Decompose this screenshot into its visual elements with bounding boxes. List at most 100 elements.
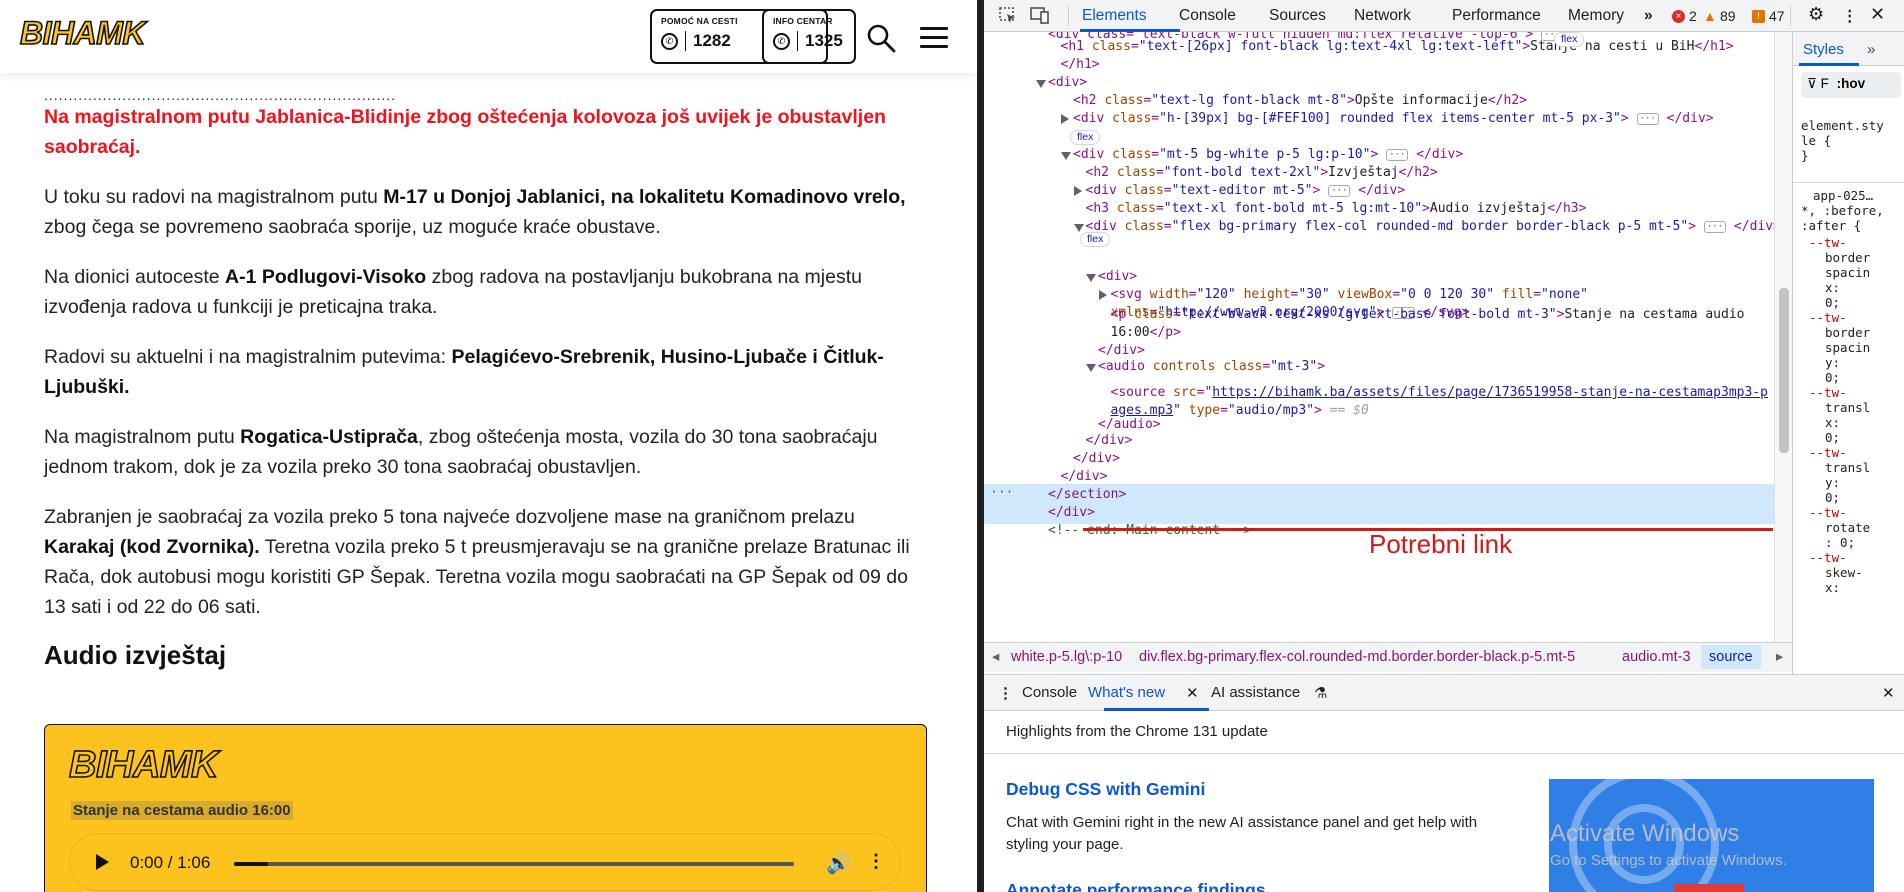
expand-arrow-icon[interactable] [1061,114,1069,124]
tab-styles[interactable]: Styles [1803,41,1844,58]
dom-node-line[interactable]: <h1 class="text-[26px] font-black lg:tex… [1061,38,1734,56]
paragraph-2: Na dionici autoceste A-1 Podlugovi-Visok… [44,266,862,318]
dom-node-line[interactable]: <audio controls class="mt-3"> [1098,358,1325,376]
collapse-arrow-icon[interactable] [1061,152,1071,160]
close-devtools-icon[interactable]: ✕ [1870,4,1885,25]
dom-node-line[interactable]: <source src="https://bihamk.ba/assets/fi… [1111,384,1770,420]
flex-badge[interactable]: flex [1080,232,1111,247]
activate-windows-hint: Go to Settings to activate Windows. [1550,852,1787,869]
device-toolbar-icon[interactable] [1030,6,1050,24]
dom-node-line[interactable]: </div> [1048,504,1095,522]
tab-memory[interactable]: Memory [1568,7,1624,25]
style-property-line: border [1825,250,1871,265]
call-box-number: 1325 [805,31,843,50]
issues-count-badge[interactable]: ! 47 [1752,8,1785,24]
customize-menu-icon[interactable]: ⋮ [1842,7,1858,26]
expand-arrow-icon[interactable] [1098,290,1107,300]
more-panes-icon[interactable]: » [1867,41,1875,58]
audio-card: BIHAMK Stanje na cestama audio 16:00 0:0… [44,724,927,892]
dom-node-line[interactable]: <div class="text-editor mt-5"> ··· </div… [1086,182,1406,200]
drawer-tab-whats-new[interactable]: What's new [1088,684,1165,701]
dom-node-line[interactable]: <h3 class="text-xl font-bold mt-5 lg:mt-… [1086,200,1587,218]
tab-network[interactable]: Network [1354,7,1411,25]
audio-caption: Stanje na cestama audio 16:00 [71,801,293,820]
audio-player[interactable]: 0:00 / 1:06 🔊 ⋮ [69,833,901,891]
red-notice: Na magistralnom putu Jablanica-Blidinje … [44,106,886,158]
play-icon[interactable] [96,854,109,870]
breadcrumb-item[interactable]: audio.mt-3 [1622,649,1691,665]
whats-new-highlights: Highlights from the Chrome 131 update [1006,723,1268,740]
collapse-arrow-icon[interactable] [1073,224,1084,232]
selected-line-ellipsis-icon[interactable]: ··· [990,484,1013,502]
tab-sources[interactable]: Sources [1269,7,1326,25]
style-property-line: x: [1825,280,1841,295]
settings-gear-icon[interactable]: ⚙ [1808,4,1824,25]
dom-node-line[interactable]: <div class="flex bg-primary flex-col rou… [1086,218,1775,236]
call-box-info-center[interactable]: INFO CENTAR ✆ 1325 [762,9,856,64]
dom-node-line[interactable]: <div> [1098,268,1137,286]
close-tab-icon[interactable]: ✕ [1186,684,1199,702]
search-icon[interactable] [866,23,896,53]
dom-node-line[interactable]: <div class="mt-5 bg-white p-5 lg:p-10"> … [1073,146,1463,164]
whats-new-item-title-2[interactable]: Annotate performance findings [1006,880,1266,892]
more-options-icon[interactable]: ⋮ [867,851,885,872]
audio-progress-bar[interactable] [234,862,794,866]
breadcrumb-scroll-right-icon[interactable]: ▸ [1776,649,1783,665]
dom-node-line[interactable]: </div> [1073,450,1120,468]
style-property-line: --tw- [1809,550,1847,565]
breadcrumb-item[interactable]: white.p-5.lg\:p-10 [1011,649,1122,665]
article-content: ........................................… [44,88,929,670]
dom-node-line[interactable]: <p class="text-black text-xs lg:text-bas… [1111,306,1770,342]
whats-new-item-title[interactable]: Debug CSS with Gemini [1006,779,1205,800]
collapse-arrow-icon[interactable] [1086,364,1096,372]
dom-node-line[interactable]: <!-- end: Main content --> [1048,522,1252,540]
drawer-menu-icon[interactable]: ⋮ [998,684,1013,702]
dom-node-line[interactable]: <h2 class="text-lg font-black mt-8">Opšt… [1073,92,1527,110]
inspect-element-icon[interactable] [998,6,1018,24]
flex-badge[interactable]: flex [1554,32,1585,47]
dom-breadcrumbs: ◂ white.p-5.lg\:p-10 div.flex.bg-primary… [984,642,1792,672]
error-count-badge[interactable]: × 2 [1672,8,1697,24]
audio-time: 0:00 / 1:06 [130,853,211,872]
dotted-separator: ........................................… [44,87,397,103]
tab-console[interactable]: Console [1179,7,1236,25]
tab-elements[interactable]: Elements [1082,7,1147,25]
split-divider[interactable] [977,0,984,892]
drawer-tab-console[interactable]: Console [1022,684,1077,701]
dom-node-line[interactable]: </h1> [1061,56,1100,74]
expand-arrow-icon[interactable] [1073,186,1082,196]
hamburger-menu-icon[interactable] [920,27,948,49]
devtools-tabbar: Elements Console Sources Network Perform… [984,0,1904,32]
volume-icon[interactable]: 🔊 [826,851,851,876]
site-logo[interactable]: BIHAMK [19,14,146,52]
site-header: BIHAMK POMOĆ NA CESTI ✆ 1282 INFO CENTAR … [0,0,977,73]
dom-node-line[interactable]: </section> [1048,486,1126,504]
styles-filter-input[interactable]: ⊽ F :hov [1801,72,1901,98]
call-box-number: 1282 [693,31,731,50]
warning-count-badge[interactable]: ▲ 89 [1703,8,1736,24]
style-property-line: transl [1825,460,1871,475]
paragraph-1: U toku su radovi na magistralnom putu M-… [44,186,906,238]
collapse-arrow-icon[interactable] [1036,80,1046,88]
style-property-line: --tw- [1809,310,1847,325]
dom-node-line[interactable]: <h2 class="font-bold text-2xl">Izvještaj… [1086,164,1438,182]
close-drawer-icon[interactable]: ✕ [1882,684,1895,702]
elements-dom-tree[interactable]: <div class="text-black w-full hidden md:… [984,32,1774,642]
more-tabs-icon[interactable]: » [1644,7,1653,25]
collapse-arrow-icon[interactable] [1086,274,1096,282]
breadcrumb-scroll-left-icon[interactable]: ◂ [992,649,999,665]
filter-icon: ⊽ [1807,76,1817,91]
dom-node-line[interactable]: <div class="h-[39px] bg-[#FEF100] rounde… [1073,110,1714,128]
dom-node-line[interactable]: </div> [1086,432,1133,450]
breadcrumb-item[interactable]: div.flex.bg-primary.flex-col.rounded-md.… [1139,649,1575,665]
drawer-tab-ai-assistance[interactable]: AI assistance [1211,684,1300,701]
dom-node-line[interactable]: <div> [1048,74,1087,92]
dom-node-line[interactable]: </div> [1061,468,1108,486]
breadcrumb-item-selected[interactable]: source [1701,645,1761,669]
style-property-line: rotate [1825,520,1871,535]
tab-performance[interactable]: Performance [1452,7,1541,25]
call-box-title: INFO CENTAR [773,16,833,26]
dom-tree-scrollbar[interactable] [1774,32,1792,642]
flex-badge[interactable]: flex [1070,130,1101,145]
style-property-line: border [1825,325,1871,340]
